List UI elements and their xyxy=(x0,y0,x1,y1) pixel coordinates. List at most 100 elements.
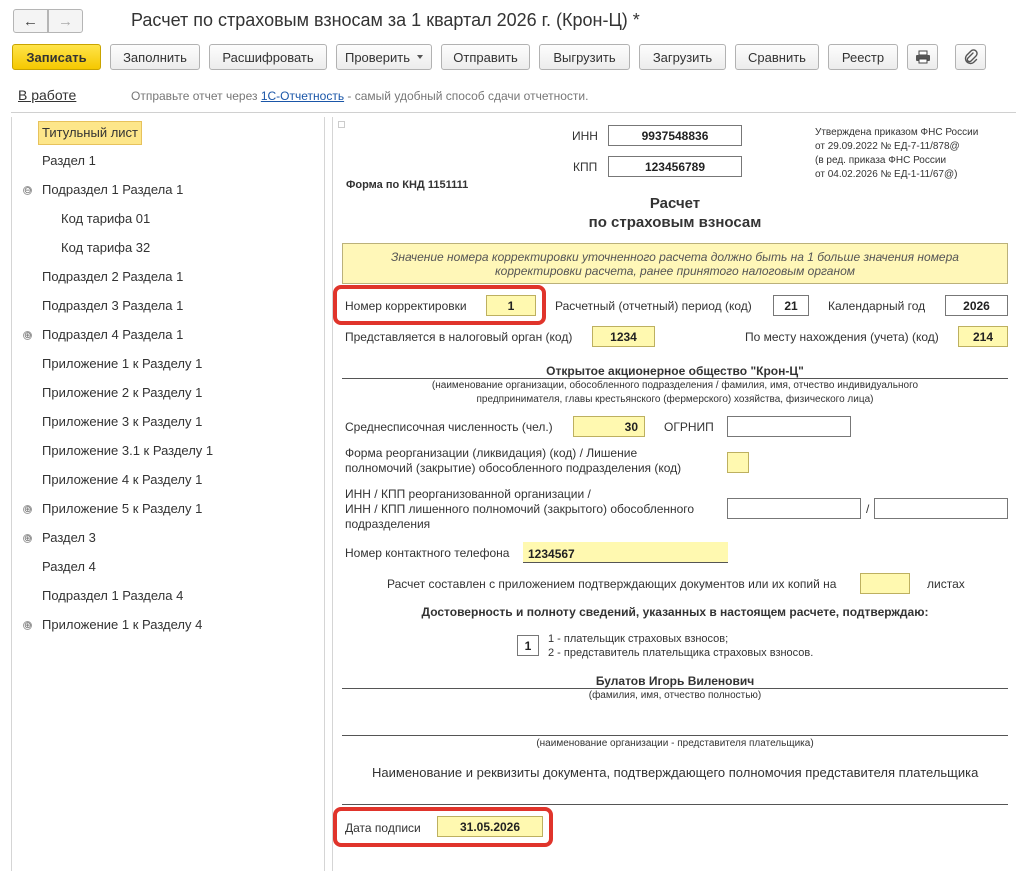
year-field[interactable]: 2026 xyxy=(945,295,1008,316)
signer-name[interactable]: Булатов Игорь Виленович xyxy=(342,674,1008,688)
attach-unit: листах xyxy=(927,577,965,591)
panel-splitter[interactable] xyxy=(332,117,333,871)
tree-item-appendix-1-1[interactable]: Приложение 1 к Разделу 1 xyxy=(42,353,202,377)
registry-button[interactable]: Реестр xyxy=(828,44,898,70)
reporting-link[interactable]: 1С-Отчетность xyxy=(261,89,344,103)
tree-item-section-4[interactable]: Раздел 4 xyxy=(42,556,96,580)
back-button[interactable]: ← xyxy=(13,9,48,33)
signer-option-2: 2 - представитель плательщика страховых … xyxy=(548,647,814,659)
reorg-inn-label-1: ИНН / КПП реорганизованной организации / xyxy=(345,487,591,501)
tree-item-appendix-2-1[interactable]: Приложение 2 к Разделу 1 xyxy=(42,382,202,406)
attach-label: Расчет составлен с приложением подтвержд… xyxy=(387,577,837,591)
period-field[interactable]: 21 xyxy=(773,295,809,316)
rep-hint: (наименование организации - представител… xyxy=(536,738,814,749)
tree-item-appendix-3-1-1[interactable]: Приложение 3.1 к Разделу 1 xyxy=(42,440,213,464)
status-msg-after: - самый удобный способ сдачи отчетности. xyxy=(344,89,589,103)
reorg-kpp-field[interactable] xyxy=(874,498,1008,519)
expand-icon[interactable]: ⊕ xyxy=(23,534,32,543)
tree-item-section-1[interactable]: Раздел 1 xyxy=(42,150,96,174)
kpp-field[interactable]: 123456789 xyxy=(608,156,742,177)
paperclip-icon xyxy=(964,49,978,65)
sections-tree[interactable] xyxy=(11,117,325,871)
org-name[interactable]: Открытое акционерное общество "Крон-Ц" xyxy=(342,364,1008,378)
knd-label: Форма по КНД 1151111 xyxy=(346,179,469,191)
attach-sheets-field[interactable] xyxy=(860,573,910,594)
tree-item-title-page[interactable]: Титульный лист xyxy=(38,121,143,145)
correction-notice: Значение номера корректировки уточненног… xyxy=(342,243,1008,284)
reorg-form-field[interactable] xyxy=(727,452,749,473)
check-button-label: Проверить xyxy=(344,49,410,65)
ogrnip-label: ОГРНИП xyxy=(664,420,714,434)
approval-line-3: (в ред. приказа ФНС России xyxy=(815,155,947,166)
collapse-icon[interactable]: ⊖ xyxy=(23,186,32,195)
headcount-label: Среднесписочная численность (чел.) xyxy=(345,420,553,434)
form-heading-1: Расчет xyxy=(649,195,701,212)
decode-button[interactable]: Расшифровать xyxy=(209,44,327,70)
approval-line-1: Утверждена приказом ФНС России xyxy=(815,127,979,138)
org-name-underline xyxy=(342,378,1008,379)
phone-label: Номер контактного телефона xyxy=(345,546,510,560)
tree-item-section-3[interactable]: Раздел 3 xyxy=(42,527,96,551)
chevron-down-icon xyxy=(417,55,423,59)
tree-item-tariff-01[interactable]: Код тарифа 01 xyxy=(61,208,150,232)
slash-separator: / xyxy=(866,502,870,516)
import-button[interactable]: Загрузить xyxy=(639,44,726,70)
signer-code-field[interactable]: 1 xyxy=(517,635,539,656)
tree-item-subsection-1-4[interactable]: Подраздел 1 Раздела 4 xyxy=(42,585,183,609)
form-corner-marker xyxy=(338,121,345,128)
compare-button[interactable]: Сравнить xyxy=(735,44,819,70)
reorg-inn-field[interactable] xyxy=(727,498,861,519)
tree-item-tariff-32[interactable]: Код тарифа 32 xyxy=(61,237,150,261)
tax-office-field[interactable]: 1234 xyxy=(592,326,655,347)
fill-button[interactable]: Заполнить xyxy=(110,44,200,70)
tree-item-appendix-3-1[interactable]: Приложение 3 к Разделу 1 xyxy=(42,411,202,435)
expand-icon[interactable]: ⊕ xyxy=(23,505,32,514)
period-label: Расчетный (отчетный) период (код) xyxy=(555,299,752,313)
correction-highlight xyxy=(333,285,546,325)
window-title: Расчет по страховым взносам за 1 квартал… xyxy=(131,10,640,30)
status-link[interactable]: В работе xyxy=(18,87,76,103)
expand-icon[interactable]: ⊕ xyxy=(23,331,32,340)
reorg-label-2: полномочий (закрытие) обособленного подр… xyxy=(345,461,682,475)
tax-office-label: Представляется в налоговый орган (код) xyxy=(345,330,573,344)
save-button[interactable]: Записать xyxy=(12,44,101,70)
check-button[interactable]: Проверить xyxy=(336,44,432,70)
confirm-heading: Достоверность и полноту сведений, указан… xyxy=(421,605,929,619)
reorg-inn-label-3: подразделения xyxy=(345,517,431,531)
doc-underline xyxy=(342,804,1008,805)
approval-line-2: от 29.09.2022 № ЕД-7-11/878@ xyxy=(815,141,960,152)
divider xyxy=(11,112,1016,113)
date-highlight xyxy=(333,807,553,847)
print-button[interactable] xyxy=(907,44,938,70)
inn-label: ИНН xyxy=(572,129,598,143)
tree-item-appendix-4-1[interactable]: Приложение 4 к Разделу 1 xyxy=(42,469,202,493)
send-button[interactable]: Отправить xyxy=(441,44,530,70)
status-msg-before: Отправьте отчет через xyxy=(131,89,261,103)
notice-line-1: Значение номера корректировки уточненног… xyxy=(391,250,959,264)
arrow-left-icon: ← xyxy=(23,12,38,30)
status-message: Отправьте отчет через 1С-Отчетность - са… xyxy=(131,89,588,103)
tree-item-subsection-3-1[interactable]: Подраздел 3 Раздела 1 xyxy=(42,295,183,319)
tree-item-subsection-4-1[interactable]: Подраздел 4 Раздела 1 xyxy=(42,324,183,348)
approval-line-4: от 04.02.2026 № ЕД-1-11/67@) xyxy=(815,169,958,180)
reorg-label-1: Форма реорганизации (ликвидация) (код) /… xyxy=(345,446,638,460)
signer-hint: (фамилия, имя, отчество полностью) xyxy=(588,690,762,701)
expand-icon[interactable]: ⊕ xyxy=(23,621,32,630)
location-field[interactable]: 214 xyxy=(958,326,1008,347)
tree-item-subsection-1-1[interactable]: Подраздел 1 Раздела 1 xyxy=(42,179,183,203)
arrow-right-icon: → xyxy=(58,12,73,30)
headcount-field[interactable]: 30 xyxy=(573,416,645,437)
tree-item-appendix-5-1[interactable]: Приложение 5 к Разделу 1 xyxy=(42,498,202,522)
reorg-inn-label-2: ИНН / КПП лишенного полномочий (закрытог… xyxy=(345,502,695,516)
attach-button[interactable] xyxy=(955,44,986,70)
doc-label: Наименование и реквизиты документа, подт… xyxy=(372,765,979,780)
inn-field[interactable]: 9937548836 xyxy=(608,125,742,146)
export-button[interactable]: Выгрузить xyxy=(539,44,630,70)
ogrnip-field[interactable] xyxy=(727,416,851,437)
rep-underline xyxy=(342,735,1008,736)
tree-item-subsection-2-1[interactable]: Подраздел 2 Раздела 1 xyxy=(42,266,183,290)
forward-button[interactable]: → xyxy=(48,9,83,33)
signer-underline xyxy=(342,688,1008,689)
phone-field[interactable]: 1234567 xyxy=(523,542,728,563)
tree-item-appendix-1-4[interactable]: Приложение 1 к Разделу 4 xyxy=(42,614,202,638)
